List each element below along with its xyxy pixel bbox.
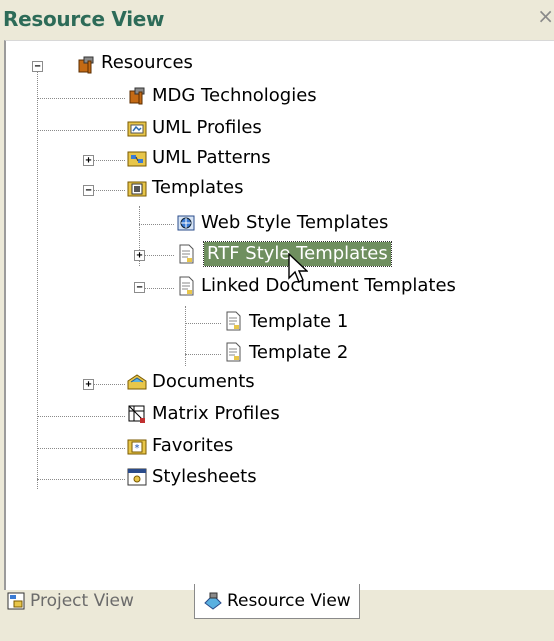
stylesheet-icon <box>127 468 147 486</box>
favorites-star-icon: * <box>127 439 147 455</box>
svg-text:*: * <box>135 443 140 454</box>
document-icon <box>226 311 241 331</box>
web-template-icon <box>177 215 195 231</box>
tree-item-templates[interactable]: Templates <box>149 176 247 200</box>
expand-toggle[interactable]: + <box>83 379 94 390</box>
tree-line <box>37 416 125 417</box>
tree-item-mdg-technologies[interactable]: MDG Technologies <box>149 84 320 108</box>
rtf-document-icon <box>179 244 194 264</box>
mouse-cursor-icon <box>288 253 308 283</box>
tree-item-resources[interactable]: Resources <box>98 51 196 75</box>
collapse-toggle[interactable]: − <box>32 61 43 72</box>
tree-item-uml-profiles[interactable]: UML Profiles <box>149 116 265 140</box>
tree-line <box>185 306 186 366</box>
tree-line <box>37 479 125 480</box>
templates-folder-icon <box>127 181 147 197</box>
matrix-profile-icon <box>128 405 145 423</box>
uml-pattern-icon <box>127 151 147 167</box>
close-icon[interactable]: × <box>537 4 554 28</box>
collapse-toggle[interactable]: − <box>134 282 145 293</box>
tree-item-web-style-templates[interactable]: Web Style Templates <box>198 211 391 235</box>
tree-line <box>37 448 125 449</box>
panel-titlebar: Resource View × <box>0 0 554 36</box>
linked-document-icon <box>179 276 194 296</box>
tree-line <box>37 130 125 131</box>
tree-item-matrix-profiles[interactable]: Matrix Profiles <box>149 402 283 426</box>
tree-line <box>139 224 174 225</box>
mdg-toolbox-icon <box>129 87 145 105</box>
tree-item-template-2[interactable]: Template 2 <box>246 341 351 365</box>
document-icon <box>226 342 241 362</box>
uml-profile-icon <box>127 121 147 137</box>
tree-item-uml-patterns[interactable]: UML Patterns <box>149 146 274 170</box>
tree-line <box>37 71 38 489</box>
expand-toggle[interactable]: + <box>83 155 94 166</box>
tree-line <box>37 98 125 99</box>
tab-resource-view-label: Resource View <box>227 591 351 611</box>
resource-view-icon <box>204 592 222 610</box>
tree-line <box>185 354 221 355</box>
project-view-icon <box>7 592 25 610</box>
tree-item-stylesheets[interactable]: Stylesheets <box>149 465 260 489</box>
view-tabs: Project View Resource View <box>0 584 554 619</box>
tree-line <box>185 323 221 324</box>
tree-item-template-1[interactable]: Template 1 <box>246 310 351 334</box>
resource-tree: − Resources MDG Technologies UML Profile… <box>6 41 554 641</box>
tab-project-view-label: Project View <box>30 591 134 611</box>
tree-item-documents[interactable]: Documents <box>149 370 258 394</box>
tab-project-view[interactable]: Project View <box>6 584 134 618</box>
tree-item-linked-document-templates[interactable]: Linked Document Templates <box>198 274 459 298</box>
collapse-toggle[interactable]: − <box>83 185 94 196</box>
expand-toggle[interactable]: + <box>134 250 145 261</box>
tree-item-favorites[interactable]: Favorites <box>149 434 236 458</box>
tree-panel: − Resources MDG Technologies UML Profile… <box>4 40 554 591</box>
tab-resource-view[interactable]: Resource View <box>194 584 360 619</box>
documents-folder-icon <box>127 374 147 390</box>
resources-toolbox-icon <box>78 56 94 74</box>
panel-title: Resource View <box>3 7 165 31</box>
